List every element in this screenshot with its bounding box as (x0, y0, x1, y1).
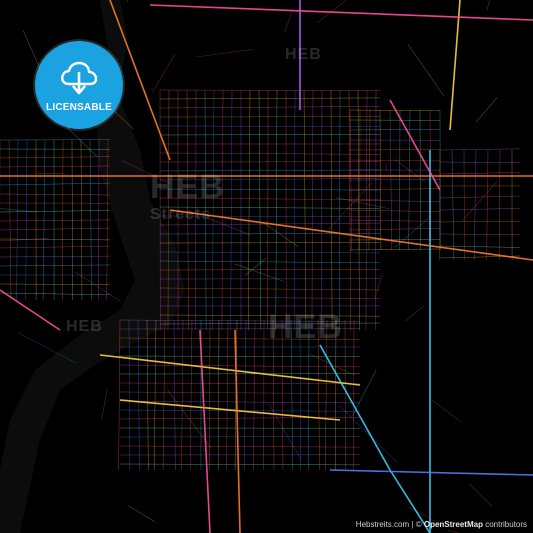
attribution-suffix: contributors (485, 520, 527, 529)
map-attribution: Hebstreits.com | © OpenStreetMap contrib… (356, 520, 527, 529)
cloud-download-icon (61, 61, 98, 94)
attribution-separator: | (411, 520, 414, 529)
attribution-copyright: © (415, 520, 422, 529)
licensable-badge[interactable]: LICENSABLE (35, 41, 123, 129)
attribution-site[interactable]: Hebstreits.com (356, 520, 409, 529)
licensable-label: LICENSABLE (46, 101, 112, 113)
attribution-provider[interactable]: OpenStreetMap (424, 520, 483, 529)
